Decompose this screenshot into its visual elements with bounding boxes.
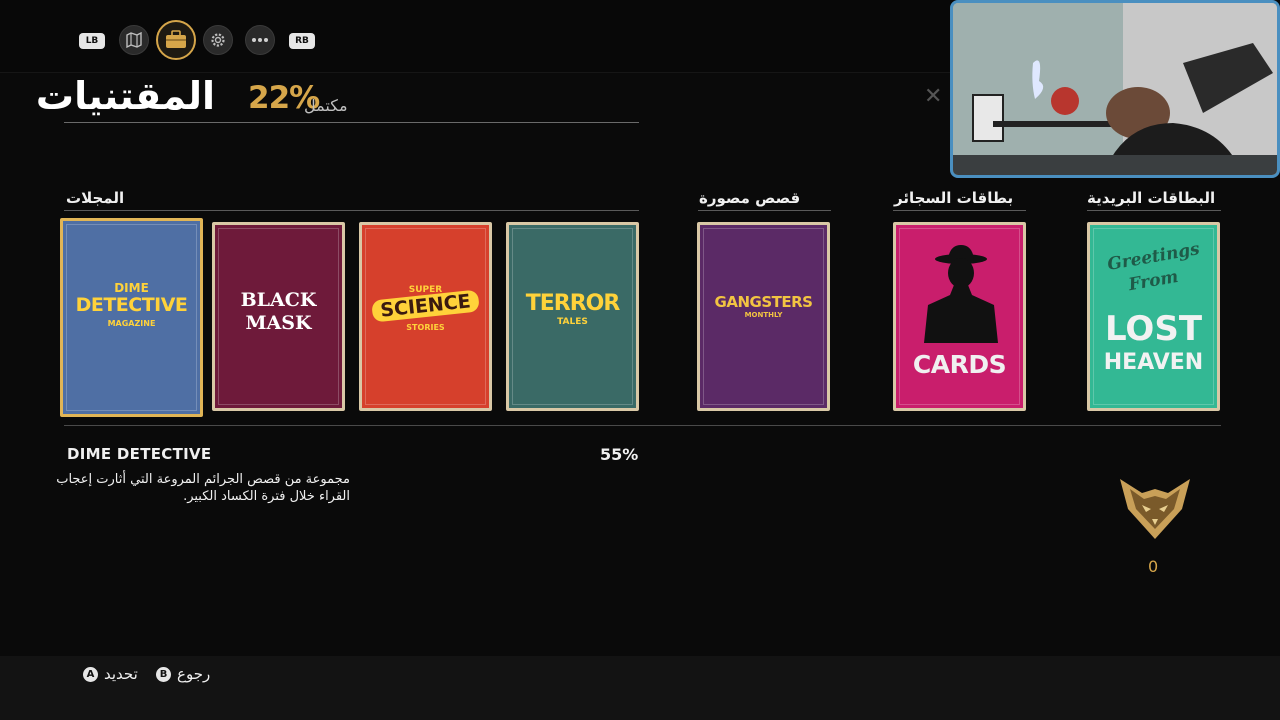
page-title: المقتنيات bbox=[35, 74, 215, 118]
select-hint[interactable]: A تحديد bbox=[83, 665, 138, 683]
gear-icon bbox=[211, 33, 225, 47]
completion-label: مكتمل bbox=[304, 96, 348, 115]
selected-item-name: DIME DETECTIVE bbox=[67, 445, 212, 463]
card-logo-line2: MONTHLY bbox=[744, 311, 783, 319]
b-button-icon: B bbox=[156, 666, 171, 682]
category-divider-comics bbox=[698, 210, 831, 211]
category-divider-postcards bbox=[1087, 210, 1221, 211]
card-gangsters-monthly[interactable]: GANGSTERS MONTHLY bbox=[697, 222, 830, 411]
card-logo-line3: STORIES bbox=[406, 323, 445, 332]
selected-item-percent: 55% bbox=[600, 445, 639, 464]
card-postcard-lost-heaven[interactable]: Greetings From LOST HEAVEN bbox=[1087, 222, 1220, 411]
card-logo-line2: DETECTIVE bbox=[75, 294, 188, 316]
tab-map[interactable] bbox=[119, 25, 149, 55]
card-logo-line2: TALES bbox=[557, 317, 588, 327]
card-frame bbox=[66, 224, 197, 411]
briefcase-icon bbox=[166, 30, 186, 48]
close-icon: ✕ bbox=[924, 84, 943, 109]
left-bumper-button[interactable]: LB bbox=[79, 33, 105, 49]
webcam-scene-image bbox=[953, 3, 1277, 175]
card-logo-line1: DIME bbox=[114, 281, 149, 295]
select-hint-label: تحديد bbox=[104, 665, 138, 683]
gangster-silhouette-icon bbox=[924, 245, 998, 343]
map-icon bbox=[126, 32, 142, 48]
right-bumper-button[interactable]: RB bbox=[289, 33, 315, 49]
fox-emblem-icon bbox=[1120, 479, 1190, 539]
selected-item-description: مجموعة من قصص الجرائم المروعة التي أثارت… bbox=[56, 472, 350, 504]
card-logo-line1: GANGSTERS bbox=[714, 293, 813, 311]
category-cigarette-cards: بطاقات السجائر bbox=[894, 189, 1014, 207]
category-magazines: المجلات bbox=[66, 189, 125, 207]
card-black-mask[interactable]: BLACK MASK bbox=[212, 222, 345, 411]
back-hint[interactable]: B رجوع bbox=[156, 665, 210, 683]
webcam-overlay bbox=[950, 0, 1280, 178]
category-divider-magazines bbox=[64, 210, 639, 211]
card-logo-line1: CARDS bbox=[912, 350, 1007, 379]
more-icon bbox=[252, 38, 268, 42]
category-postcards: البطاقات البريدية bbox=[1087, 189, 1216, 207]
tab-settings[interactable] bbox=[203, 25, 233, 55]
tab-collectibles[interactable] bbox=[156, 20, 196, 60]
header-divider bbox=[64, 122, 639, 123]
category-comics: قصص مصورة bbox=[699, 189, 801, 207]
card-logo-line3: LOST bbox=[1104, 309, 1203, 349]
card-logo-line3: MAGAZINE bbox=[107, 319, 156, 328]
card-logo-line2: MASK bbox=[245, 312, 312, 334]
category-divider-cigarette-cards bbox=[893, 210, 1026, 211]
reward-count: 0 bbox=[1148, 557, 1159, 576]
card-super-science[interactable]: SUPER SCIENCE STORIES bbox=[359, 222, 492, 411]
back-hint-label: رجوع bbox=[177, 665, 211, 683]
card-cigarette-cards[interactable]: CARDS bbox=[893, 222, 1026, 411]
cards-divider bbox=[64, 425, 1221, 426]
card-terror-tales[interactable]: TERROR TALES bbox=[506, 222, 639, 411]
a-button-icon: A bbox=[83, 666, 98, 682]
tab-more[interactable] bbox=[245, 25, 275, 55]
card-dime-detective[interactable]: DIME DETECTIVE MAGAZINE bbox=[60, 218, 203, 417]
card-logo-line4: HEAVEN bbox=[1103, 350, 1204, 375]
card-logo-line1: BLACK bbox=[240, 289, 317, 311]
card-logo-line1: TERROR bbox=[525, 291, 621, 316]
